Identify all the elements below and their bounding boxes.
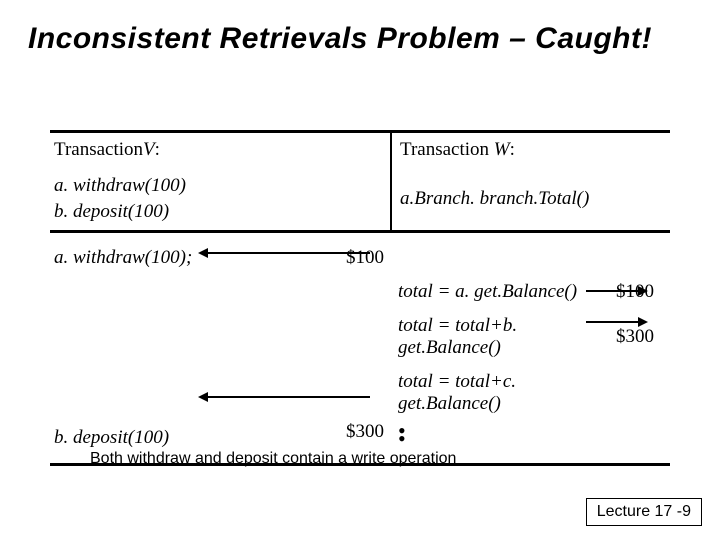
header-left-colon: : [155,139,160,160]
header-right-prefix: Transaction [400,139,494,160]
row4-right: total = total+c. get.Balance() [390,365,610,421]
row1-left: a. withdraw(100); [50,241,330,275]
summary-right: a.Branch. branch.Total() [392,182,610,216]
table-header-row: TransactionV: Transaction W: [50,133,670,167]
row3-left [50,331,330,343]
header-right-colon: : [510,139,515,160]
arrow-1 [200,252,370,254]
row5-dots: • • [390,421,610,449]
row2-left [50,286,330,298]
row-3: total = total+b. get.Balance() $300 [50,309,670,365]
slide-title: Inconsistent Retrievals Problem – Caught… [28,22,652,56]
arrow-head-left-icon [198,392,208,402]
arrow-3 [586,290,646,292]
slide-number-box: Lecture 17 -9 [586,498,702,526]
dot-icon: • [398,427,606,435]
header-left-var: V [143,139,155,160]
transaction-table: TransactionV: Transaction W: a. withdraw… [50,130,670,466]
slide-number: Lecture 17 -9 [597,503,691,520]
summary-left-line2: b. deposit(100) [54,199,322,225]
slide: Inconsistent Retrievals Problem – Caught… [0,0,720,540]
row1-right [390,252,610,264]
summary-left-line1: a. withdraw(100) [54,173,322,199]
summary-right-line1: a.Branch. branch.Total() [400,188,606,210]
arrow-head-right-icon [638,317,648,327]
header-left-prefix: Transaction [54,139,143,160]
row3-val: $300 [610,326,670,348]
row-4: total = total+c. get.Balance() [50,365,670,421]
dot-icon: • [398,435,606,443]
summary-left: a. withdraw(100) b. deposit(100) [50,167,330,230]
row-2: total = a. get.Balance() $100 [50,275,670,309]
row1-mid: $100 [330,247,390,269]
header-right-var: W [494,139,510,160]
summary-row: a. withdraw(100) b. deposit(100) a.Branc… [50,167,670,230]
row-1: a. withdraw(100); $100 [50,233,670,275]
header-left: TransactionV: [50,133,330,167]
row3-right: total = total+b. get.Balance() [390,309,610,365]
arrow-head-right-icon [638,286,648,296]
footnote: Both withdraw and deposit contain a writ… [90,450,456,468]
arrow-4 [586,321,646,323]
header-right: Transaction W: [392,133,610,167]
arrow-2 [200,396,370,398]
arrow-head-left-icon [198,248,208,258]
row2-right: total = a. get.Balance() [390,275,610,309]
row5-mid: $300 [330,421,390,443]
